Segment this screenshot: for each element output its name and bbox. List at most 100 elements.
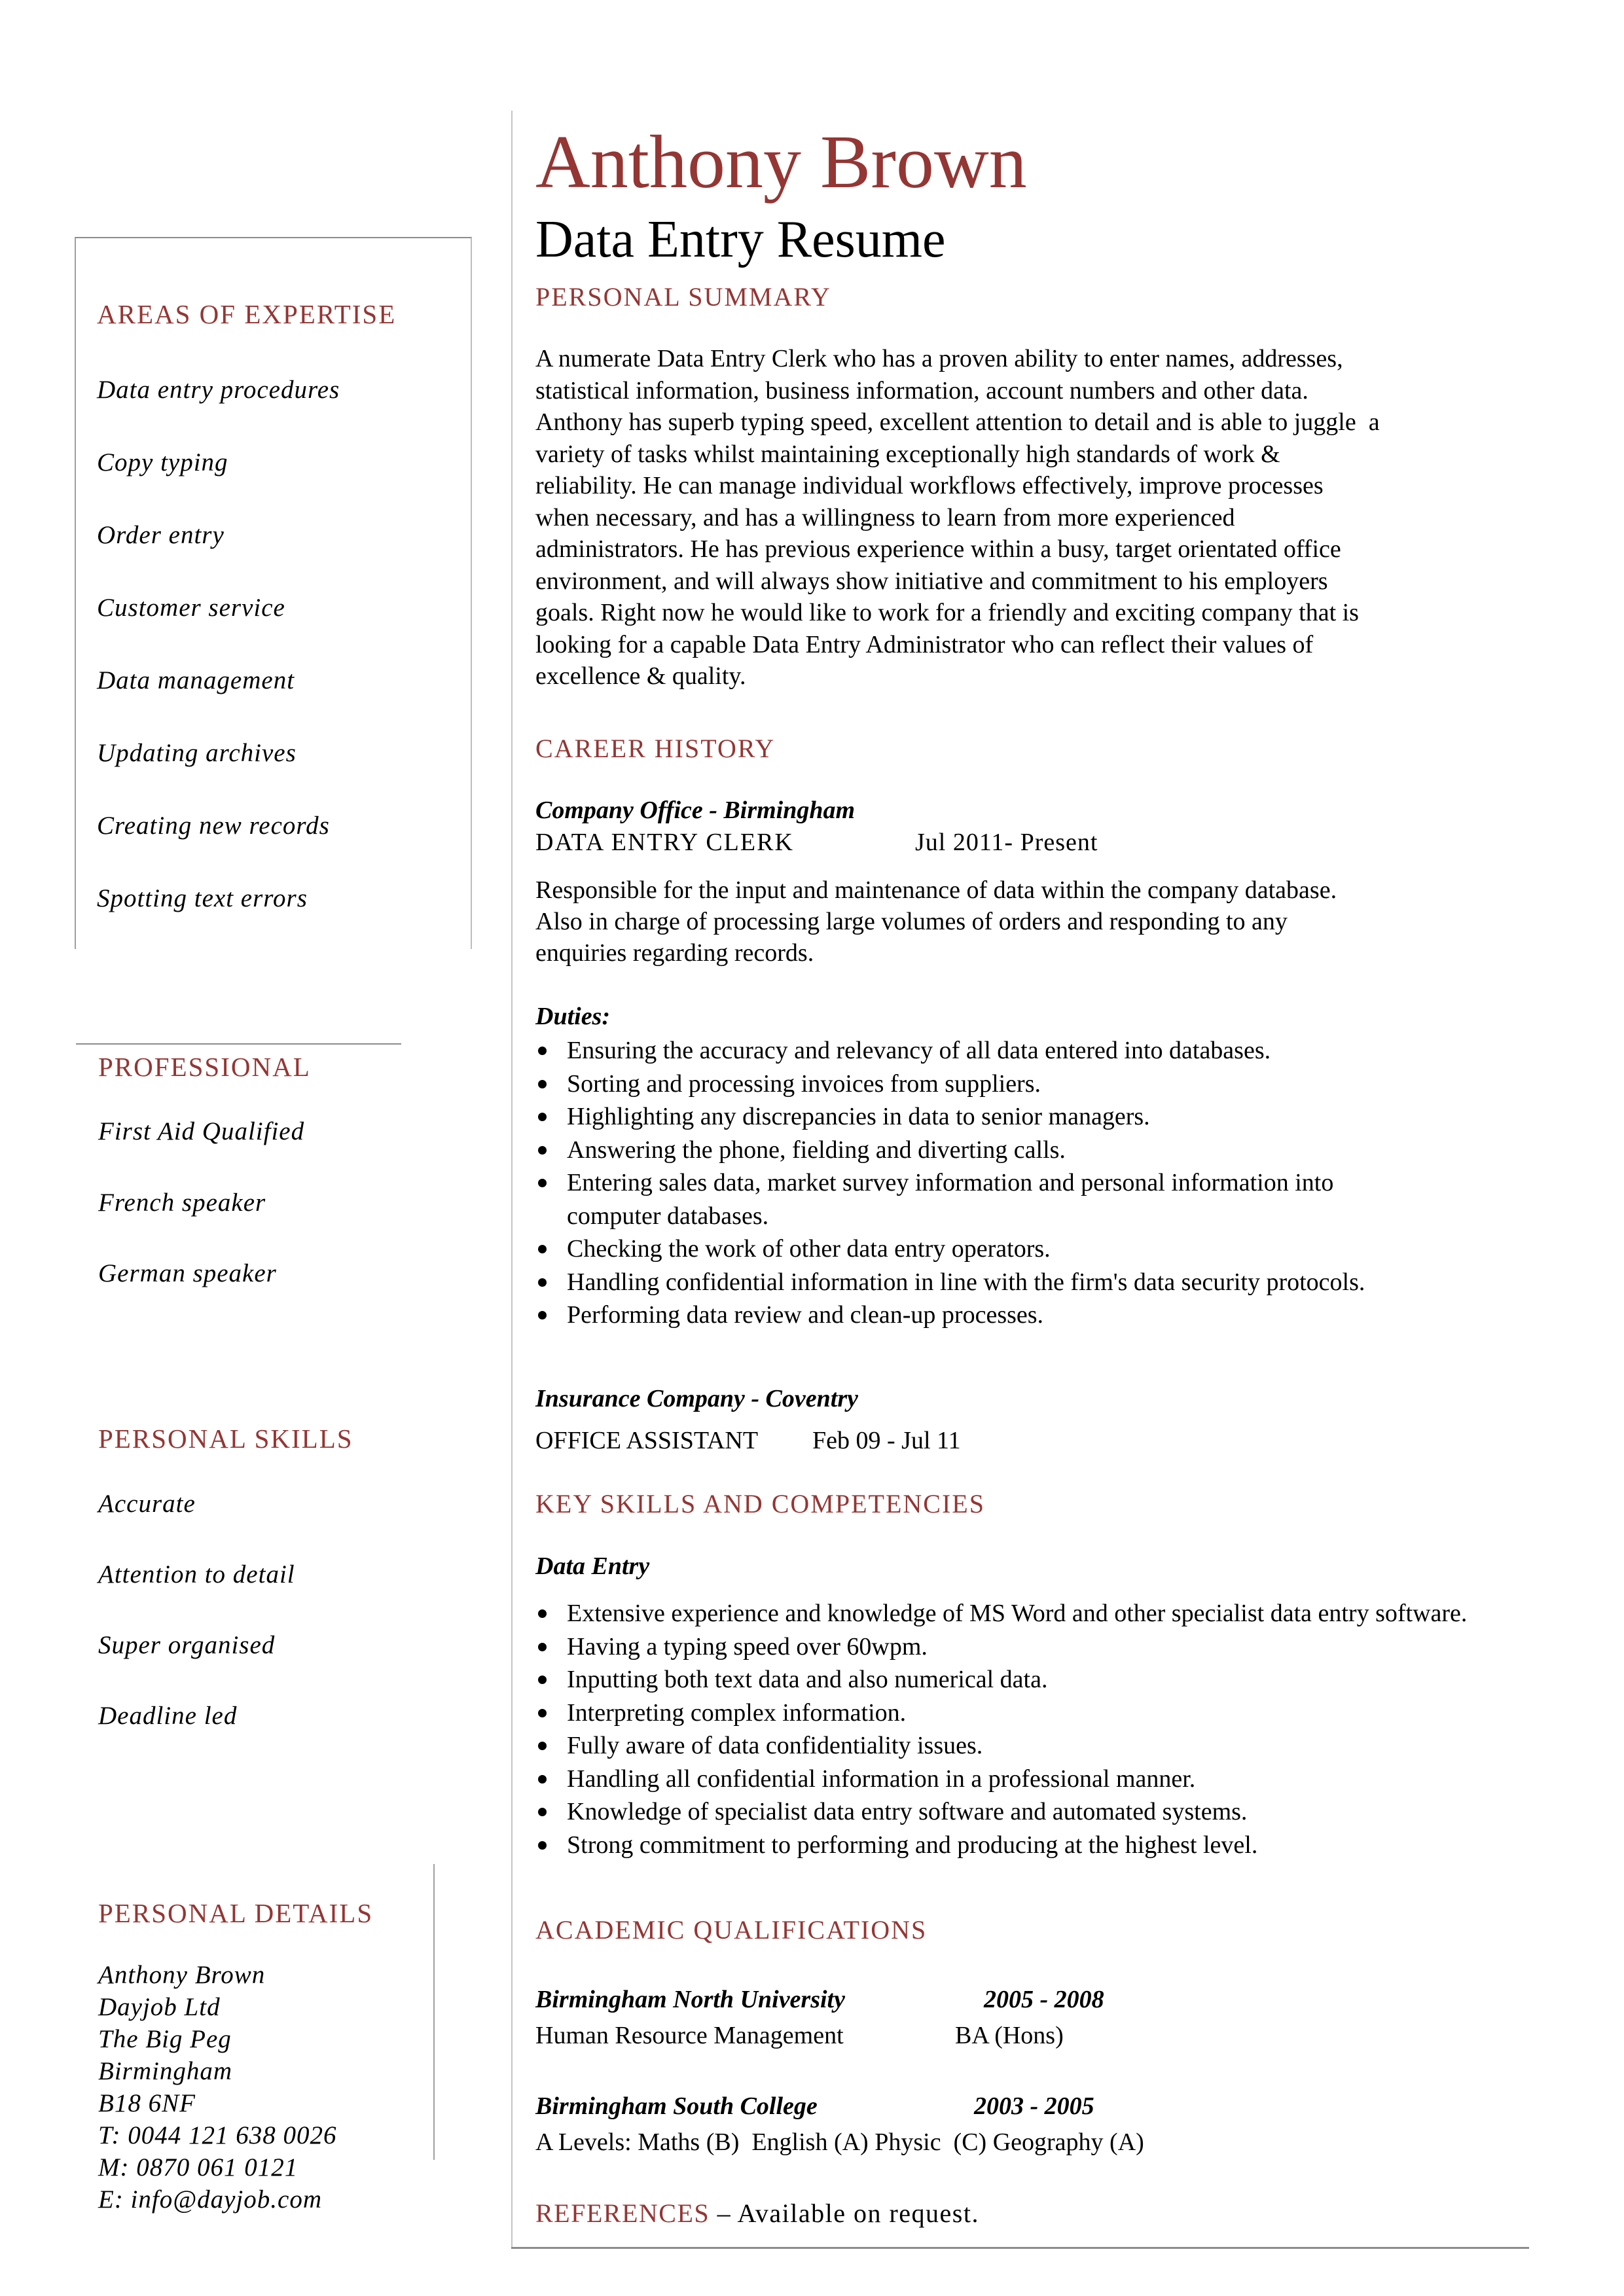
skill-item: Inputting both text data and also numeri…: [535, 1663, 1478, 1696]
academic-years: 2003 - 2005: [974, 2092, 1094, 2120]
summary-line: looking for a capable Data Entry Adminis…: [535, 630, 1314, 658]
skill-item: Strong commitment to performing and prod…: [535, 1829, 1478, 1862]
duty-item: Highlighting any discrepancies in data t…: [535, 1100, 1478, 1134]
summary-line: statistical information, business inform…: [535, 376, 1308, 404]
references-heading: REFERENCES: [535, 2198, 710, 2228]
summary-line: environment, and will always show initia…: [535, 567, 1328, 595]
personal-details-border: [433, 1864, 435, 2160]
duty-item: Entering sales data, market survey infor…: [535, 1166, 1431, 1232]
bullet-icon: [538, 1808, 547, 1816]
detail-telephone: T: 0044 121 638 0026: [98, 2121, 337, 2149]
academic-years: 2005 - 2008: [984, 1986, 1104, 2013]
job-role: OFFICE ASSISTANT: [535, 1427, 759, 1454]
skill-item: Knowledge of specialist data entry softw…: [535, 1795, 1478, 1829]
duty-item: Ensuring the accuracy and relevancy of a…: [535, 1034, 1478, 1067]
bullet-icon: [538, 1079, 547, 1088]
job-company: Insurance Company - Coventry: [535, 1385, 858, 1412]
summary-line: variety of tasks whilst maintaining exce…: [535, 440, 1280, 468]
bullet-icon: [538, 1609, 547, 1618]
bullet-icon: [538, 1179, 547, 1187]
academic-heading: ACADEMIC QUALIFICATIONS: [535, 1915, 928, 1945]
candidate-name: Anthony Brown: [535, 120, 1027, 204]
personal-skill-item: Deadline led: [98, 1702, 238, 1730]
expertise-item: Creating new records: [97, 812, 330, 840]
job-company: Company Office - Birmingham: [535, 797, 856, 824]
duties-list: Ensuring the accuracy and relevancy of a…: [535, 1034, 1478, 1332]
personal-skill-item: Accurate: [98, 1490, 196, 1518]
detail-mobile: M: 0870 061 0121: [98, 2153, 298, 2181]
career-heading: CAREER HISTORY: [535, 734, 776, 763]
bullet-icon: [538, 1047, 547, 1055]
skill-item: Fully aware of data confidentiality issu…: [535, 1729, 1478, 1763]
expertise-item: Customer service: [97, 594, 285, 622]
expertise-item: Spotting text errors: [97, 884, 308, 912]
professional-item: French speaker: [98, 1189, 266, 1217]
main-column-border: [511, 111, 513, 2248]
bullet-icon: [538, 1708, 547, 1717]
professional-heading: PROFESSIONAL: [98, 1052, 311, 1082]
bullet-icon: [538, 1642, 547, 1651]
skill-item: Handling all confidential information in…: [535, 1763, 1478, 1796]
duty-item: Answering the phone, fielding and divert…: [535, 1134, 1478, 1167]
resume-title: Data Entry Resume: [535, 211, 946, 268]
academic-detail: Human Resource Management: [535, 2022, 844, 2049]
skill-item: Having a typing speed over 60wpm.: [535, 1630, 1478, 1664]
professional-item: First Aid Qualified: [98, 1117, 305, 1145]
detail-email[interactable]: E: info@dayjob.com: [98, 2187, 322, 2212]
academic-institution: Birmingham South College: [535, 2092, 818, 2120]
summary-line: goals. Right now he would like to work f…: [535, 599, 1359, 626]
duties-label: Duties:: [535, 1003, 610, 1030]
academic-institution: Birmingham North University: [535, 1986, 845, 2013]
professional-item: German speaker: [98, 1259, 277, 1287]
references: REFERENCES – Available on request.: [535, 2200, 979, 2227]
expertise-item: Copy typing: [97, 448, 228, 476]
professional-divider: [76, 1043, 401, 1045]
bullet-icon: [538, 1676, 547, 1684]
skill-item: Interpreting complex information.: [535, 1696, 1478, 1730]
bullet-icon: [538, 1278, 547, 1287]
bullet-icon: [538, 1742, 547, 1750]
bullet-icon: [538, 1311, 547, 1319]
summary-line: Anthony has superb typing speed, excelle…: [535, 408, 1380, 436]
references-text: – Available on request.: [710, 2198, 979, 2228]
duty-item: Checking the work of other data entry op…: [535, 1232, 1478, 1266]
job-dates: Feb 09 - Jul 11: [812, 1427, 961, 1454]
bullet-icon: [538, 1774, 547, 1784]
bullet-icon: [538, 1840, 547, 1850]
detail-building: The Big Peg: [98, 2025, 232, 2053]
summary-line: administrators. He has previous experien…: [535, 535, 1341, 563]
academic-award: BA (Hons): [955, 2022, 1064, 2049]
detail-city: Birmingham: [98, 2057, 232, 2085]
summary-text: A numerate Data Entry Clerk who has a pr…: [535, 343, 1380, 692]
expertise-item: Data management: [97, 666, 295, 694]
job-description: Responsible for the input and maintenanc…: [535, 874, 1337, 969]
summary-heading: PERSONAL SUMMARY: [535, 282, 831, 312]
summary-line: reliability. He can manage individual wo…: [535, 472, 1324, 499]
summary-line: excellence & quality.: [535, 662, 746, 690]
job-description-line: enquiries regarding records.: [535, 939, 814, 967]
duty-item: Handling confidential information in lin…: [535, 1266, 1478, 1299]
academic-detail: A Levels: Maths (B) English (A) Physic (…: [535, 2128, 1144, 2156]
bottom-rule: [511, 2247, 1529, 2249]
expertise-item: Order entry: [97, 521, 225, 549]
summary-line: A numerate Data Entry Clerk who has a pr…: [535, 345, 1343, 372]
job-description-line: Responsible for the input and maintenanc…: [535, 876, 1337, 904]
duty-item: Performing data review and clean-up proc…: [535, 1299, 1478, 1332]
expertise-item: Data entry procedures: [97, 376, 340, 404]
expertise-item: Updating archives: [97, 739, 297, 767]
expertise-box-border: [75, 237, 472, 949]
personal-skills-heading: PERSONAL SKILLS: [98, 1424, 353, 1454]
expertise-heading: AREAS OF EXPERTISE: [97, 299, 397, 329]
duty-item: Sorting and processing invoices from sup…: [535, 1067, 1478, 1101]
skill-item: Extensive experience and knowledge of MS…: [535, 1597, 1496, 1630]
summary-line: when necessary, and has a willingness to…: [535, 503, 1235, 531]
job-description-line: Also in charge of processing large volum…: [535, 908, 1288, 935]
bullet-icon: [538, 1145, 547, 1155]
skills-subheading: Data Entry: [535, 1552, 650, 1580]
skills-heading: KEY SKILLS AND COMPETENCIES: [535, 1489, 985, 1518]
bullet-icon: [538, 1245, 547, 1253]
job-role: DATA ENTRY CLERK: [535, 829, 794, 856]
detail-company: Dayjob Ltd: [98, 1993, 221, 2021]
skills-list: Extensive experience and knowledge of MS…: [535, 1597, 1478, 1861]
detail-name: Anthony Brown: [98, 1961, 266, 1989]
